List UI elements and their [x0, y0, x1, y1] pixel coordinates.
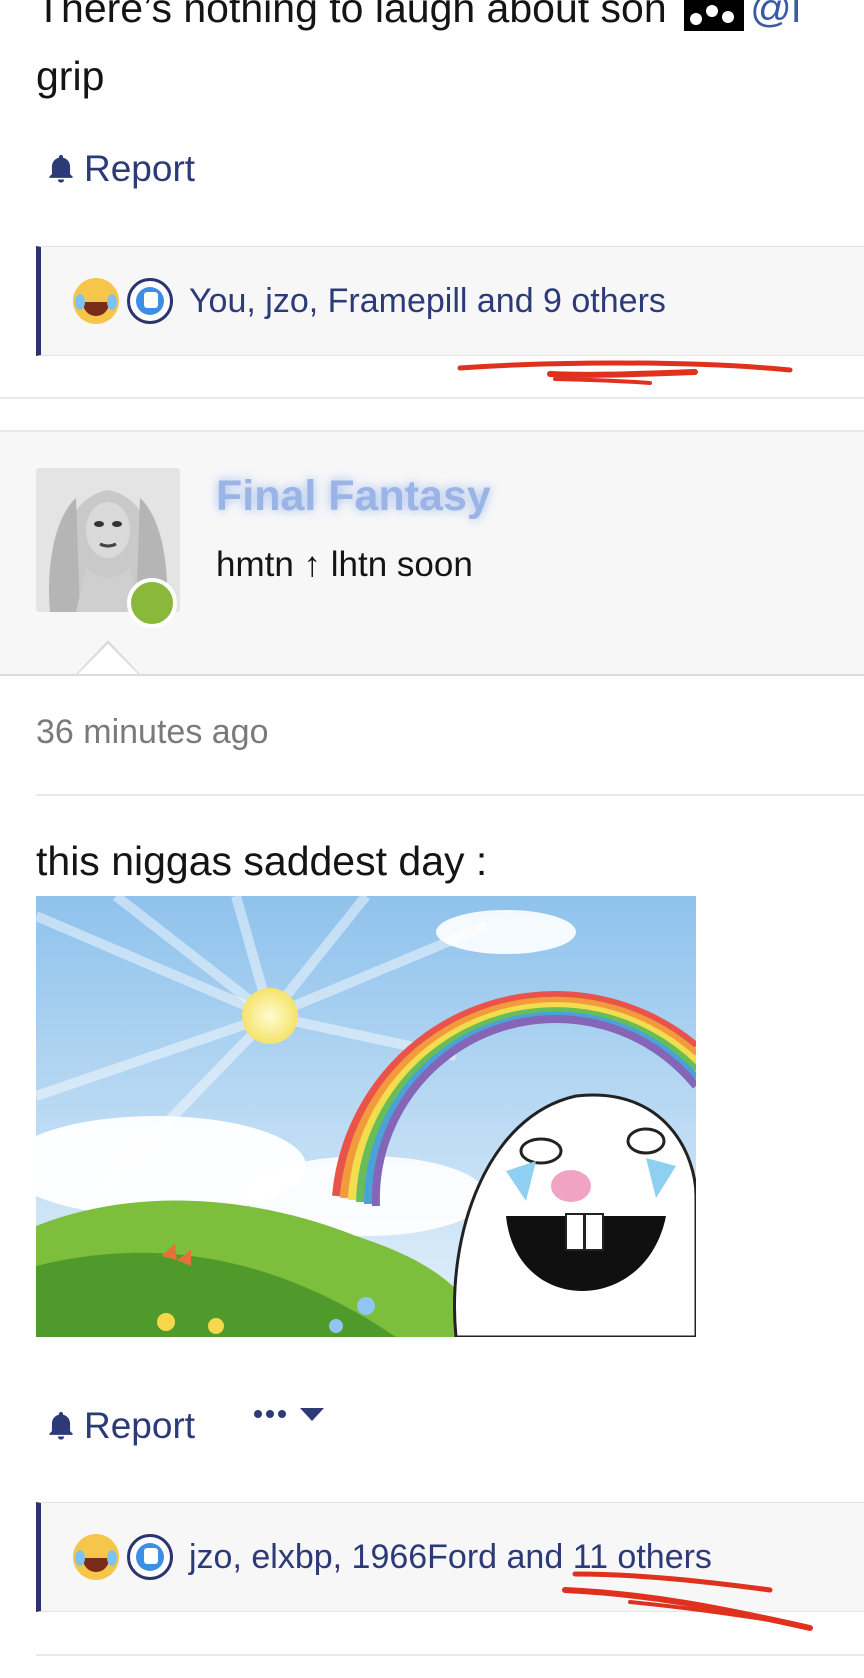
user-mention-link[interactable]: @l: [750, 0, 801, 31]
bell-icon: [44, 1409, 78, 1443]
reactions-list-link[interactable]: You, jzo, Framepill and 9 others: [189, 282, 666, 321]
previous-post-text-start: There’s nothing to laugh about son: [36, 0, 667, 31]
bell-icon: [44, 152, 78, 186]
previous-post-text: There’s nothing to laugh about son @l gr…: [36, 0, 816, 110]
red-underline-annotation: [457, 360, 793, 385]
post-reactions-bar[interactable]: jzo, elxbp, 1966Ford and 11 others: [36, 1502, 864, 1612]
bottom-divider: [36, 1654, 864, 1656]
post-report-label: Report: [84, 1405, 196, 1446]
post-divider: [0, 397, 864, 399]
post-body-text: this niggas saddest day :: [36, 838, 488, 884]
post-reactions-list-link[interactable]: jzo, elxbp, 1966Ford and 11 others: [189, 1538, 712, 1577]
ellipsis-icon: [254, 1405, 290, 1423]
laughing-crying-emoji-icon: [73, 1534, 119, 1580]
post-report-button[interactable]: Report: [44, 1405, 195, 1447]
previous-post-text-end: grip: [36, 53, 105, 99]
author-title: hmtn ↑ lhtn soon: [216, 545, 473, 584]
author-username[interactable]: Final Fantasy: [216, 472, 491, 521]
more-actions-menu[interactable]: [254, 1405, 324, 1423]
like-thumb-icon: [127, 278, 173, 324]
timestamp-divider: [36, 794, 864, 796]
mention-avatar[interactable]: [684, 0, 745, 32]
post-timestamp[interactable]: 36 minutes ago: [36, 713, 269, 752]
reactions-bar[interactable]: You, jzo, Framepill and 9 others: [36, 246, 864, 356]
laughing-crying-emoji-icon: [73, 278, 119, 324]
post-image[interactable]: [36, 896, 696, 1337]
report-button[interactable]: Report: [44, 148, 195, 190]
like-thumb-icon: [127, 1534, 173, 1580]
online-status-indicator: [127, 578, 177, 628]
caret-down-icon: [300, 1407, 324, 1421]
report-label: Report: [84, 148, 196, 189]
header-notch-fill: [78, 644, 138, 674]
